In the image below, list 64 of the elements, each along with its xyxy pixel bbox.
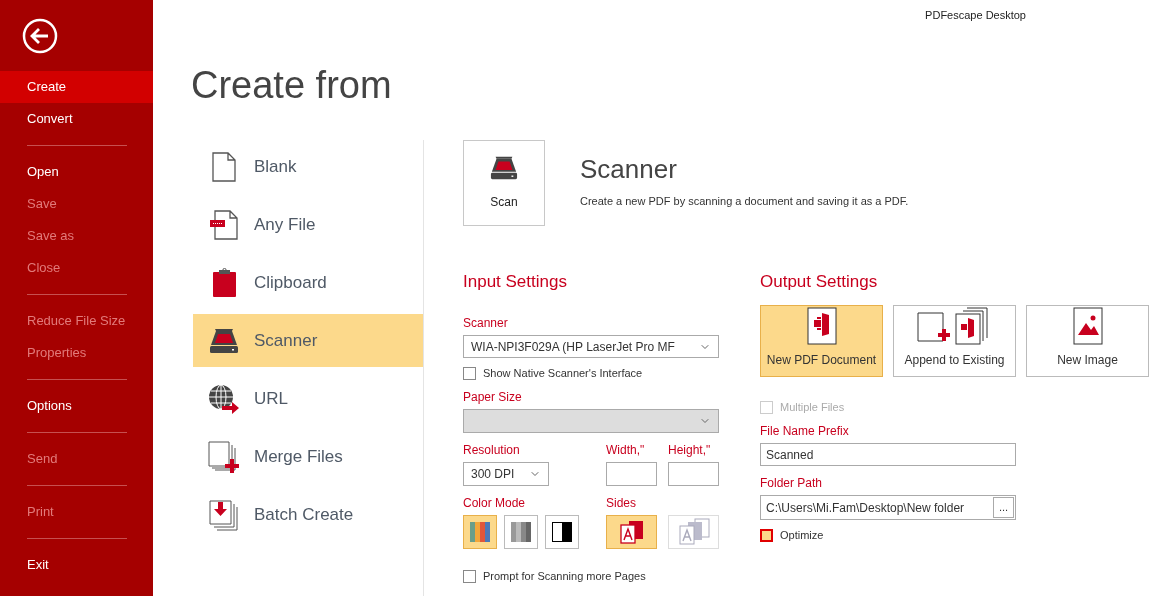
field-label: Color Mode bbox=[463, 495, 527, 511]
scanner-icon bbox=[490, 155, 518, 181]
globe-arrow-icon bbox=[208, 383, 240, 414]
field-label: Scanner bbox=[463, 315, 509, 331]
menu-item[interactable]: Options bbox=[0, 390, 153, 422]
output-type-button[interactable]: Append to Existing bbox=[893, 305, 1016, 377]
color-mode-button[interactable] bbox=[545, 515, 579, 549]
color-mode-button[interactable] bbox=[504, 515, 538, 549]
menu-item[interactable]: Open bbox=[0, 156, 153, 188]
grayscale-stripes-icon bbox=[511, 522, 531, 542]
merge-pages-icon bbox=[208, 440, 240, 473]
browse-button[interactable]: ... bbox=[993, 497, 1014, 518]
field-label: Width," bbox=[606, 442, 646, 458]
source-item[interactable]: Any File bbox=[193, 198, 423, 251]
section-title: Input Settings bbox=[463, 271, 568, 293]
single-side-icon bbox=[618, 520, 645, 544]
double-side-icon bbox=[676, 518, 711, 546]
scanner-icon bbox=[209, 327, 239, 354]
source-item[interactable]: Merge Files bbox=[193, 430, 423, 483]
menu-item[interactable]: Create bbox=[0, 71, 153, 103]
window-title: PDFescape Desktop bbox=[925, 7, 1026, 23]
pdf-document-icon bbox=[806, 307, 837, 345]
clipboard-icon bbox=[211, 267, 237, 298]
checkbox[interactable] bbox=[760, 528, 773, 542]
height-input[interactable] bbox=[668, 462, 719, 486]
source-item[interactable]: Batch Create bbox=[193, 488, 423, 541]
checkbox-label: Show Native Scanner's Interface bbox=[483, 365, 643, 381]
contrast-icon bbox=[552, 522, 572, 542]
field-label: Resolution bbox=[463, 442, 521, 458]
field-label: Height," bbox=[668, 442, 712, 458]
field-label: Folder Path bbox=[760, 475, 824, 491]
resolution-dropdown[interactable]: 300 DPI bbox=[463, 462, 549, 486]
image-document-icon bbox=[1072, 307, 1103, 345]
color-mode-button[interactable] bbox=[463, 515, 497, 549]
sides-button[interactable] bbox=[606, 515, 657, 549]
width-input[interactable] bbox=[606, 462, 657, 486]
source-item[interactable]: Scanner bbox=[193, 314, 423, 367]
description-text: Create a new PDF by scanning a document and saving it as a PDF. bbox=[580, 194, 909, 209]
checkbox[interactable] bbox=[463, 569, 476, 583]
source-item[interactable]: Clipboard bbox=[193, 256, 423, 309]
menu-item[interactable]: Convert bbox=[0, 103, 153, 135]
section-heading: Scanner bbox=[580, 153, 678, 185]
field-label: File Name Prefix bbox=[760, 423, 850, 439]
output-type-button[interactable]: New PDF Document bbox=[760, 305, 883, 377]
file-name-prefix-input[interactable]: Scanned bbox=[760, 443, 1016, 466]
checkbox-label: Prompt for Scanning more Pages bbox=[483, 568, 646, 584]
stacked-pages-icon bbox=[208, 498, 240, 531]
checkbox[interactable] bbox=[463, 366, 476, 380]
source-item[interactable]: URL bbox=[193, 372, 423, 425]
source-item[interactable]: Blank bbox=[193, 140, 423, 193]
section-title: Output Settings bbox=[760, 271, 879, 293]
checkbox-label: Optimize bbox=[780, 527, 824, 543]
blank-page-icon bbox=[211, 151, 237, 182]
field-label: Paper Size bbox=[463, 389, 523, 405]
scan-button[interactable]: Scan bbox=[463, 140, 545, 226]
folder-path-field[interactable]: C:\Users\Mi.Fam\Desktop\New folder ... bbox=[760, 495, 1016, 520]
checkbox-label: Multiple Files bbox=[780, 399, 845, 415]
file-icon bbox=[209, 209, 239, 240]
scanner-dropdown[interactable]: WIA-NPI3F029A (HP LaserJet Pro MF bbox=[463, 335, 719, 358]
output-type-button[interactable]: New Image bbox=[1026, 305, 1149, 377]
menu-item[interactable]: Exit bbox=[0, 549, 153, 581]
color-stripes-icon bbox=[470, 522, 490, 542]
field-label: Sides bbox=[606, 495, 638, 511]
page-title: Create from bbox=[191, 63, 393, 107]
